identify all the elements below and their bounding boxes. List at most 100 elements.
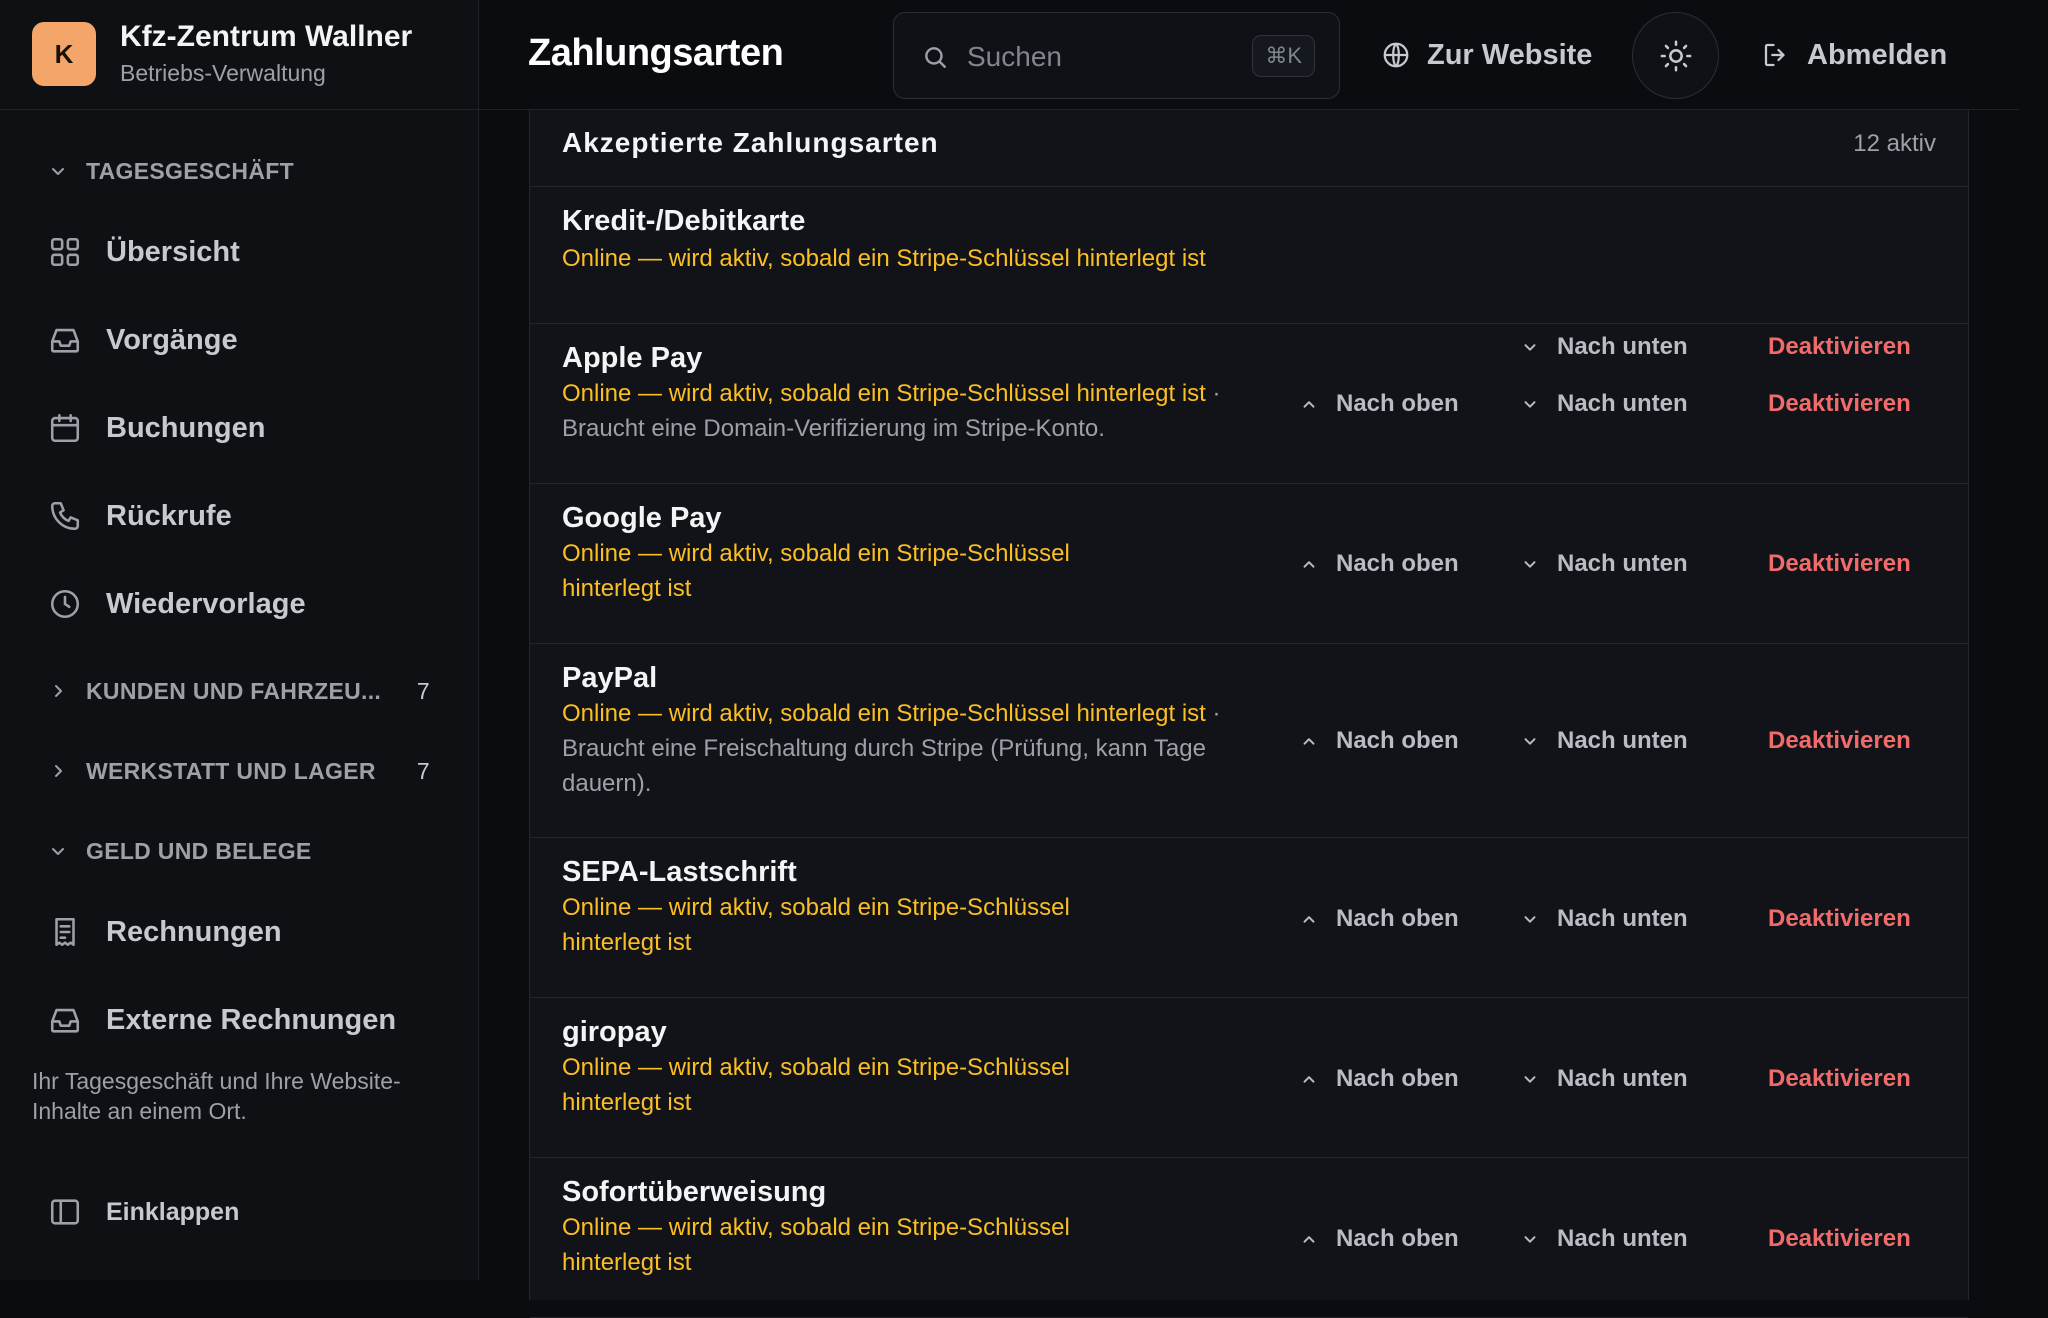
move-up-button[interactable]: Nach oben <box>1300 384 1459 424</box>
status-warning: Online — wird aktiv, sobald ein Stripe-S… <box>562 540 1070 602</box>
payment-method-row: Kredit-/Debitkarte Online — wird aktiv, s… <box>530 187 1968 360</box>
payment-method-row: giropay Online — wird aktiv, sobald ein S… <box>530 998 1968 1158</box>
search-icon <box>925 47 946 68</box>
payment-method-description: Online — wird aktiv, sobald ein Stripe-S… <box>562 1050 1122 1120</box>
deactivate-button[interactable]: Deaktivieren <box>1768 1059 1911 1099</box>
payment-method-name: SEPA-Lastschrift <box>562 856 797 888</box>
brand[interactable]: K Kfz-Zentrum Wallner Betriebs-Verwaltun… <box>0 0 478 110</box>
move-down-label: Nach unten <box>1557 550 1688 577</box>
payment-methods-card: Akzeptierte Zahlungsarten 12 aktiv Kredi… <box>529 110 1969 1318</box>
move-down-button[interactable]: Nach unten <box>1521 1219 1688 1259</box>
payment-method-name: Apple Pay <box>562 342 703 374</box>
chevron-up-icon <box>1303 401 1315 408</box>
search-placeholder: Suchen <box>967 41 1062 72</box>
collapse-button[interactable]: Einklappen <box>48 1192 239 1232</box>
sidebar-item-buchungen[interactable]: Buchungen <box>48 402 448 454</box>
chevron-down-icon <box>1524 401 1536 408</box>
sun-icon <box>1660 40 1691 71</box>
section-label: GELD UND BELEGE <box>86 837 312 864</box>
sidebar-item-label: Vorgänge <box>106 323 238 356</box>
move-down-label: Nach unten <box>1557 727 1688 754</box>
payment-method-row: SEPA-Lastschrift Online — wird aktiv, sob… <box>530 838 1968 998</box>
sidebar-item-vorgaenge[interactable]: Vorgänge <box>48 314 448 366</box>
move-down-button[interactable]: Nach unten <box>1521 721 1688 761</box>
topbar: Zahlungsarten Suchen ⌘K Zur Website Abme… <box>479 0 2019 110</box>
calendar-icon <box>50 413 80 443</box>
sidebar-item-label: Wiedervorlage <box>106 587 306 620</box>
theme-toggle-button[interactable] <box>1632 12 1719 99</box>
move-up-button[interactable]: Nach oben <box>1300 899 1459 939</box>
deactivate-button[interactable]: Deaktivieren <box>1768 544 1911 584</box>
sidebar-item-rueckrufe[interactable]: Rückrufe <box>48 490 448 542</box>
section-kunden-und-fahrzeuge[interactable]: KUNDEN UND FAHRZEU... 7 <box>48 673 448 709</box>
card-header: Akzeptierte Zahlungsarten 12 aktiv <box>530 110 1968 187</box>
chevron-up-icon <box>1303 738 1315 745</box>
move-down-button[interactable]: Nach unten <box>1521 1059 1688 1099</box>
status-warning: Online — wird aktiv, sobald ein Stripe-S… <box>562 700 1206 727</box>
website-link[interactable]: Zur Website <box>1381 30 1592 80</box>
move-up-label: Nach oben <box>1336 905 1459 932</box>
move-down-button[interactable]: Nach unten <box>1521 384 1688 424</box>
deactivate-button[interactable]: Deaktivieren <box>1768 899 1911 939</box>
payment-method-row: PayPal Online — wird aktiv, sobald ein St… <box>530 644 1968 838</box>
move-down-label: Nach unten <box>1557 1225 1688 1252</box>
sidebar: K Kfz-Zentrum Wallner Betriebs-Verwaltun… <box>0 0 479 1280</box>
search-input[interactable]: Suchen ⌘K <box>893 12 1340 99</box>
move-up-label: Nach oben <box>1336 727 1459 754</box>
chevron-down-icon <box>1524 1076 1536 1083</box>
chevron-down-icon <box>52 168 64 175</box>
sidebar-item-label: Rechnungen <box>106 915 282 948</box>
sidebar-item-label: Übersicht <box>106 235 240 268</box>
sidebar-item-wiedervorlage[interactable]: Wiedervorlage <box>48 578 448 630</box>
move-down-button[interactable]: Nach unten <box>1521 899 1688 939</box>
chevron-right-icon <box>55 685 62 697</box>
move-up-label: Nach oben <box>1336 550 1459 577</box>
status-warning: Online — wird aktiv, sobald ein Stripe-S… <box>562 380 1206 407</box>
logout-button[interactable]: Abmelden <box>1761 30 1947 80</box>
chevron-down-icon <box>1524 738 1536 745</box>
search-shortcut: ⌘K <box>1252 35 1315 77</box>
move-up-button[interactable]: Nach oben <box>1300 544 1459 584</box>
sidebar-item-rechnungen[interactable]: Rechnungen <box>48 906 448 958</box>
brand-logo: K <box>32 22 96 86</box>
sidebar-item-externe-rechnungen[interactable]: Externe Rechnungen <box>48 994 448 1046</box>
status-warning: Online — wird aktiv, sobald ein Stripe-S… <box>562 1214 1070 1276</box>
move-down-button[interactable]: Nach unten <box>1521 544 1688 584</box>
section-label: TAGESGESCHÄFT <box>86 157 294 184</box>
clock-icon <box>50 589 80 619</box>
move-up-button[interactable]: Nach oben <box>1300 1219 1459 1259</box>
inbox-icon <box>50 328 80 353</box>
inbox-icon <box>50 1008 80 1033</box>
deactivate-button[interactable]: Deaktivieren <box>1768 1219 1911 1259</box>
logout-icon <box>1764 43 1785 67</box>
active-count: 12 aktiv <box>1853 130 1936 157</box>
sidebar-item-uebersicht[interactable]: Übersicht <box>48 226 448 278</box>
section-geld-und-belege[interactable]: GELD UND BELEGE <box>48 833 448 869</box>
move-up-label: Nach oben <box>1336 390 1459 417</box>
collapse-label: Einklappen <box>106 1197 240 1226</box>
section-werkstatt-und-lager[interactable]: WERKSTATT UND LAGER 7 <box>48 753 448 789</box>
deactivate-button[interactable]: Deaktivieren <box>1768 384 1911 424</box>
payment-method-description: Online — wird aktiv, sobald ein Stripe-S… <box>562 890 1122 960</box>
chevron-down-icon <box>1524 561 1536 568</box>
move-up-button[interactable]: Nach oben <box>1300 1059 1459 1099</box>
payment-method-description: Online — wird aktiv, sobald ein Stripe-S… <box>562 1210 1122 1280</box>
payment-method-description: Online — wird aktiv, sobald ein Stripe-S… <box>562 376 1252 446</box>
section-count: 7 <box>416 677 430 704</box>
move-up-button[interactable]: Nach oben <box>1300 721 1459 761</box>
deactivate-button[interactable]: Deaktivieren <box>1768 721 1911 761</box>
section-count: 7 <box>416 757 430 784</box>
payment-method-description: Online — wird aktiv, sobald ein Stripe-S… <box>562 696 1252 801</box>
payment-method-name: giropay <box>562 1016 667 1048</box>
sidebar-item-label: Buchungen <box>106 411 266 444</box>
section-label: KUNDEN UND FAHRZEU... <box>86 677 382 704</box>
card-title: Akzeptierte Zahlungsarten <box>562 127 939 158</box>
chevron-down-icon <box>1524 916 1536 923</box>
chevron-down-icon <box>1524 1236 1536 1243</box>
move-up-label: Nach oben <box>1336 1065 1459 1092</box>
payment-method-name: Kredit-/Debitkarte <box>562 205 806 237</box>
payment-method-row: Sofortüberweisung Online — wird aktiv, so… <box>530 1158 1968 1318</box>
brand-name: Kfz-Zentrum Wallner <box>120 20 413 53</box>
chevron-up-icon <box>1303 1076 1315 1083</box>
section-tagesgeschaeft[interactable]: TAGESGESCHÄFT <box>48 153 448 189</box>
